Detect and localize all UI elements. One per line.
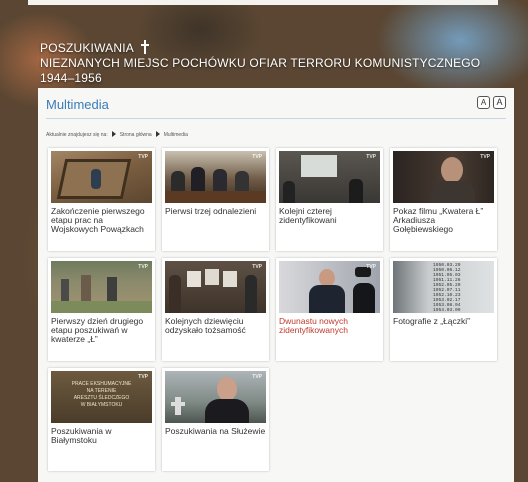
tv-logo: TVP xyxy=(366,154,376,160)
thumb-conference-hall: TVP xyxy=(279,151,380,203)
breadcrumb-arrow-icon xyxy=(111,131,116,137)
multimedia-panel: Multimedia A A Aktualnie znajdujesz się … xyxy=(38,88,514,482)
tv-logo: TVP xyxy=(138,154,148,160)
site-header: POSZUKIWANIA NIEZNANYCH MIEJSC POCHÓWKU … xyxy=(40,40,500,86)
header-title-line1: POSZUKIWANIA xyxy=(40,41,134,55)
media-card[interactable]: 1950.03.29 1950.06.12 1951.05.03 1951.11.26… xyxy=(390,258,497,361)
breadcrumb-arrow-icon xyxy=(155,131,160,137)
tv-logo: TVP xyxy=(138,374,148,380)
breadcrumb-prefix: Aktualnie znajdujesz się na: xyxy=(46,132,108,138)
media-card[interactable]: TVP Kolejni czterej zidentyfikowani xyxy=(276,148,383,251)
media-title: Poszukiwania w Białymstoku xyxy=(51,426,112,445)
media-title: Pierwszy dzień drugiego etapu poszukiwań… xyxy=(51,316,144,344)
media-title: Kolejni czterej zidentyfikowani xyxy=(279,206,337,225)
media-card[interactable]: TVP Poszukiwania na Służewie xyxy=(162,368,269,471)
media-title: Kolejnych dziewięciu odzyskało tożsamość xyxy=(165,316,246,335)
breadcrumb-current: Multimedia xyxy=(163,132,188,138)
media-card[interactable]: PRACE EKSHUMACYJNE NA TERENIE ARESZTU ŚLED… xyxy=(48,368,155,471)
media-card[interactable]: TVP Zakończenie pierwszego etapu prac na… xyxy=(48,148,155,251)
thumb-title-line: W BIAŁYMSTOKU xyxy=(80,402,123,408)
media-card[interactable]: TVP Pierwszy dzień drugiego etapu poszuk… xyxy=(48,258,155,361)
tv-logo: TVP xyxy=(480,154,490,160)
top-strip xyxy=(28,0,498,5)
thumb-officials-speech: TVP xyxy=(279,261,380,313)
thumb-cemetery-workers: TVP xyxy=(51,261,152,313)
font-increase-button[interactable]: A xyxy=(493,96,506,109)
thumb-title-line: NA TERENIE xyxy=(86,388,117,394)
thumb-man-portrait: TVP xyxy=(393,151,494,203)
thumb-press-conference: TVP xyxy=(165,151,266,203)
thumb-title-line: PRACE EKSHUMACYJNE xyxy=(71,381,132,387)
media-card[interactable]: TVP Pokaz filmu „Kwatera Ł” Arkadiusza G… xyxy=(390,148,497,251)
thumb-date-list: 1950.03.29 1950.06.12 1951.05.03 1951.11.26… xyxy=(393,261,494,313)
tv-logo: TVP xyxy=(252,264,262,270)
media-card[interactable]: TVP Kolejnych dziewięciu odzyskało tożsa… xyxy=(162,258,269,361)
thumb-priest-cemetery: TVP xyxy=(165,371,266,423)
tv-logo: TVP xyxy=(252,374,262,380)
font-size-controls: A A xyxy=(477,96,506,109)
media-title: Dwunastu nowych zidentyfikowanych xyxy=(279,316,348,335)
tv-logo: TVP xyxy=(252,154,262,160)
media-card[interactable]: TVP Dwunastu nowych zidentyfikowanych xyxy=(276,258,383,361)
font-decrease-button[interactable]: A xyxy=(477,96,490,109)
media-card[interactable]: TVP Pierwsi trzej odnalezieni xyxy=(162,148,269,251)
media-title: Pierwsi trzej odnalezieni xyxy=(165,206,257,216)
thumb-bialystok: PRACE EKSHUMACYJNE NA TERENIE ARESZTU ŚLED… xyxy=(51,371,152,423)
media-title: Zakończenie pierwszego etapu prac na Woj… xyxy=(51,206,145,234)
tv-logo: TVP xyxy=(138,264,148,270)
date-entry: 1954.03.09 xyxy=(433,308,461,313)
thumb-photo-exhibition: TVP xyxy=(165,261,266,313)
tv-logo: TVP xyxy=(366,264,376,270)
breadcrumb-home-link[interactable]: Strona główna xyxy=(120,132,152,138)
media-title: Fotografie z „Łączki” xyxy=(393,316,470,326)
page-title: Multimedia xyxy=(46,97,109,112)
title-divider xyxy=(46,118,506,119)
media-title: Pokaz filmu „Kwatera Ł” Arkadiusza Gołęb… xyxy=(393,206,484,234)
cross-icon xyxy=(140,40,150,54)
breadcrumb: Aktualnie znajdujesz się na: Strona główn… xyxy=(46,131,188,138)
header-title-line2: NIEZNANYCH MIEJSC POCHÓWKU OFIAR TERRORU… xyxy=(40,56,481,85)
thumb-excavation: TVP xyxy=(51,151,152,203)
thumb-title-line: ARESZTU ŚLEDCZEGO xyxy=(73,395,130,401)
media-title: Poszukiwania na Służewie xyxy=(165,426,266,436)
